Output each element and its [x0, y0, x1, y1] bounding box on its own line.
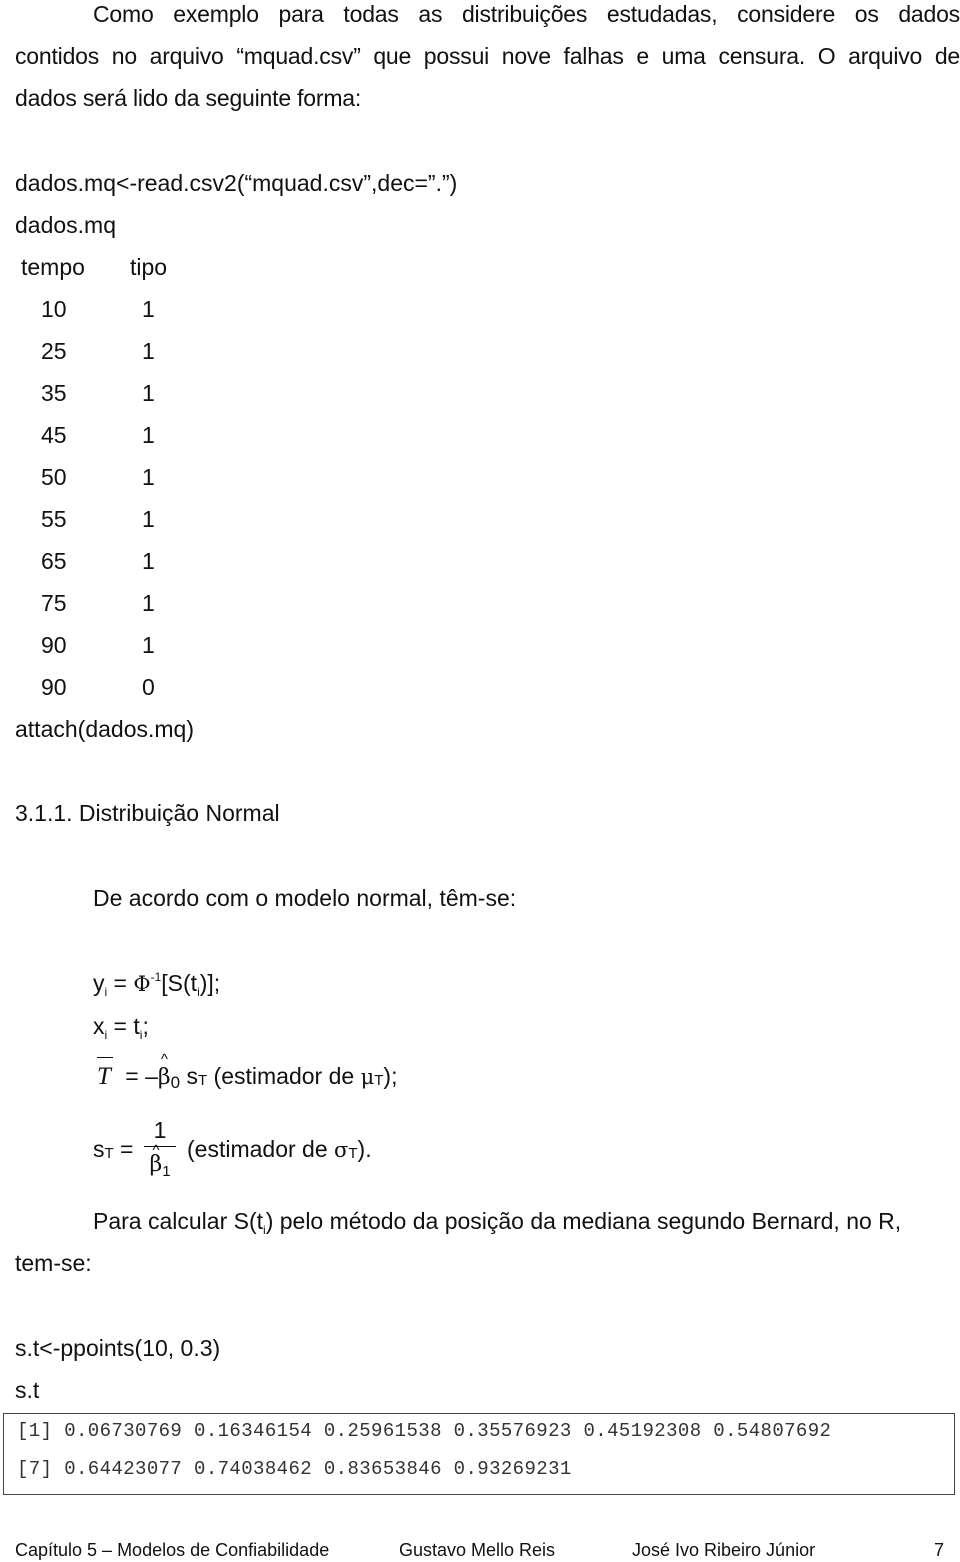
eq-st-lhs-sub: T: [104, 1145, 114, 1162]
table-cell-tempo: 45: [41, 422, 67, 448]
table-cell-tempo: 50: [41, 464, 67, 490]
table-cell-tipo: 1: [142, 422, 155, 448]
fraction-numerator: 1: [153, 1117, 167, 1143]
eq-tbar-s-sub: T: [198, 1072, 208, 1089]
table-cell-tempo: 65: [41, 548, 67, 574]
beta-hat-0: β: [158, 1051, 171, 1090]
eq-y-eq: =: [107, 970, 134, 996]
footer-page-number: 7: [934, 1540, 945, 1560]
beta-hat-1: β: [149, 1137, 162, 1179]
eq-st-lhs: s: [93, 1136, 105, 1162]
eq-st-desc: (estimador de σT).: [187, 1136, 372, 1163]
code-read-csv: dados.mq<-read.csv2(“mquad.csv”,dec=”.”): [15, 170, 458, 196]
table-cell-tempo: 25: [41, 338, 67, 364]
table-cell-tempo: 75: [41, 590, 67, 616]
r-output-line-2: [7] 0.64423077 0.74038462 0.83653846 0.9…: [17, 1458, 572, 1480]
table-cell-tipo: 1: [142, 296, 155, 322]
beta-0-sub: 0: [170, 1073, 181, 1092]
intro-line-3: dados será lido da seguinte forma:: [15, 85, 362, 111]
intro-line-2: contidos no arquivo “mquad.csv” que poss…: [15, 43, 960, 69]
table-cell-tipo: 1: [142, 338, 155, 364]
bernard-line-1-b: ) pelo método da posição da mediana segu…: [265, 1208, 902, 1234]
table-cell-tempo: 55: [41, 506, 67, 532]
footer-author-2: José Ivo Ribeiro Júnior: [632, 1540, 816, 1560]
eq-y-rhs-a: [S(t: [161, 970, 198, 996]
phi-sup: -1: [150, 970, 162, 984]
eq-st-desc-a: (estimador de: [187, 1136, 335, 1162]
beta-1-sub: 1: [162, 1163, 171, 1180]
eq-st-eq: =: [113, 1136, 134, 1162]
mu-symbol: μ: [360, 1065, 375, 1089]
intro-paragraph: Como exemplo para todas as distribuições…: [15, 0, 960, 119]
eq-y-rhs-sub: i: [197, 985, 200, 999]
intro-line-1-text: Como exemplo para todas as distribuições…: [93, 1, 960, 27]
eq-st-desc-b: ).: [357, 1136, 372, 1162]
bernard-line-1: Para calcular S(ti) pelo método da posiç…: [93, 1208, 902, 1237]
table-header-tempo: tempo: [21, 254, 85, 280]
table-cell-tipo: 1: [142, 548, 155, 574]
fraction-bar: [144, 1146, 176, 1147]
mu-sub: T: [374, 1072, 384, 1089]
eq-y-lhs-sub: i: [104, 985, 108, 999]
eq-x-lhs: x: [93, 1013, 105, 1039]
table-cell-tempo: 90: [41, 632, 67, 658]
eq-x-rhs-b: ;: [142, 1013, 149, 1039]
table-cell-tipo: 1: [142, 590, 155, 616]
table-cell-tipo: 1: [142, 464, 155, 490]
table-cell-tempo: 90: [41, 674, 67, 700]
table-cell-tipo: 0: [142, 674, 155, 700]
r-output-box: [1] 0.06730769 0.16346154 0.25961538 0.3…: [3, 1413, 955, 1495]
footer-author-1: Gustavo Mello Reis: [399, 1540, 556, 1560]
section-heading: 3.1.1. Distribuição Normal: [15, 800, 280, 826]
equation-y: yi = Φ-1[S(ti)];: [93, 970, 221, 999]
phi-symbol: Φ: [133, 972, 151, 996]
sigma-symbol: σ: [334, 1138, 349, 1162]
code-print-data: dados.mq: [15, 212, 117, 238]
eq-tbar-desc-b: );: [383, 1063, 398, 1089]
sigma-sub: T: [348, 1145, 358, 1162]
table-cell-tempo: 35: [41, 380, 67, 406]
table-cell-tipo: 1: [142, 380, 155, 406]
fraction: 1 β1: [144, 1116, 176, 1181]
eq-x-lhs-sub: i: [104, 1028, 108, 1042]
eq-y-rhs-b: )];: [199, 970, 221, 996]
table-cell-tipo: 1: [142, 506, 155, 532]
intro-line-1: Como exemplo para todas as distribuições…: [15, 0, 960, 35]
r-output-line-1: [1] 0.06730769 0.16346154 0.25961538 0.3…: [17, 1420, 832, 1442]
equation-x: xi = ti;: [93, 1013, 149, 1042]
eq-tbar-s: s: [180, 1063, 198, 1089]
eq-tbar-eq: = –: [118, 1063, 158, 1089]
table-cell-tempo: 10: [41, 296, 67, 322]
bernard-line-1-a: Para calcular S(t: [93, 1208, 264, 1234]
code-st: s.t: [15, 1377, 40, 1403]
bernard-line-1-sub: i: [263, 1223, 266, 1237]
eq-tbar-desc-a: (estimador de: [207, 1063, 361, 1089]
bernard-line-2: tem-se:: [15, 1250, 92, 1276]
eq-x-eq: = t: [107, 1013, 140, 1039]
equation-tbar: T = –β0 sT (estimador de μT);: [97, 1051, 398, 1092]
table-cell-tipo: 1: [142, 632, 155, 658]
fraction-denominator: β1: [144, 1137, 176, 1181]
t-bar-symbol: T: [97, 1057, 113, 1090]
eq-y-lhs: y: [93, 970, 105, 996]
table-header-tipo: tipo: [130, 254, 168, 280]
code-attach: attach(dados.mq): [15, 716, 194, 742]
footer-chapter: Capítulo 5 – Modelos de Confiabilidade: [15, 1540, 330, 1560]
code-ppoints: s.t<-ppoints(10, 0.3): [15, 1335, 221, 1361]
model-intro: De acordo com o modelo normal, têm-se:: [93, 885, 517, 911]
eq-st-lhs-group: sT =: [93, 1136, 134, 1163]
footer-rule: [0, 1532, 960, 1533]
